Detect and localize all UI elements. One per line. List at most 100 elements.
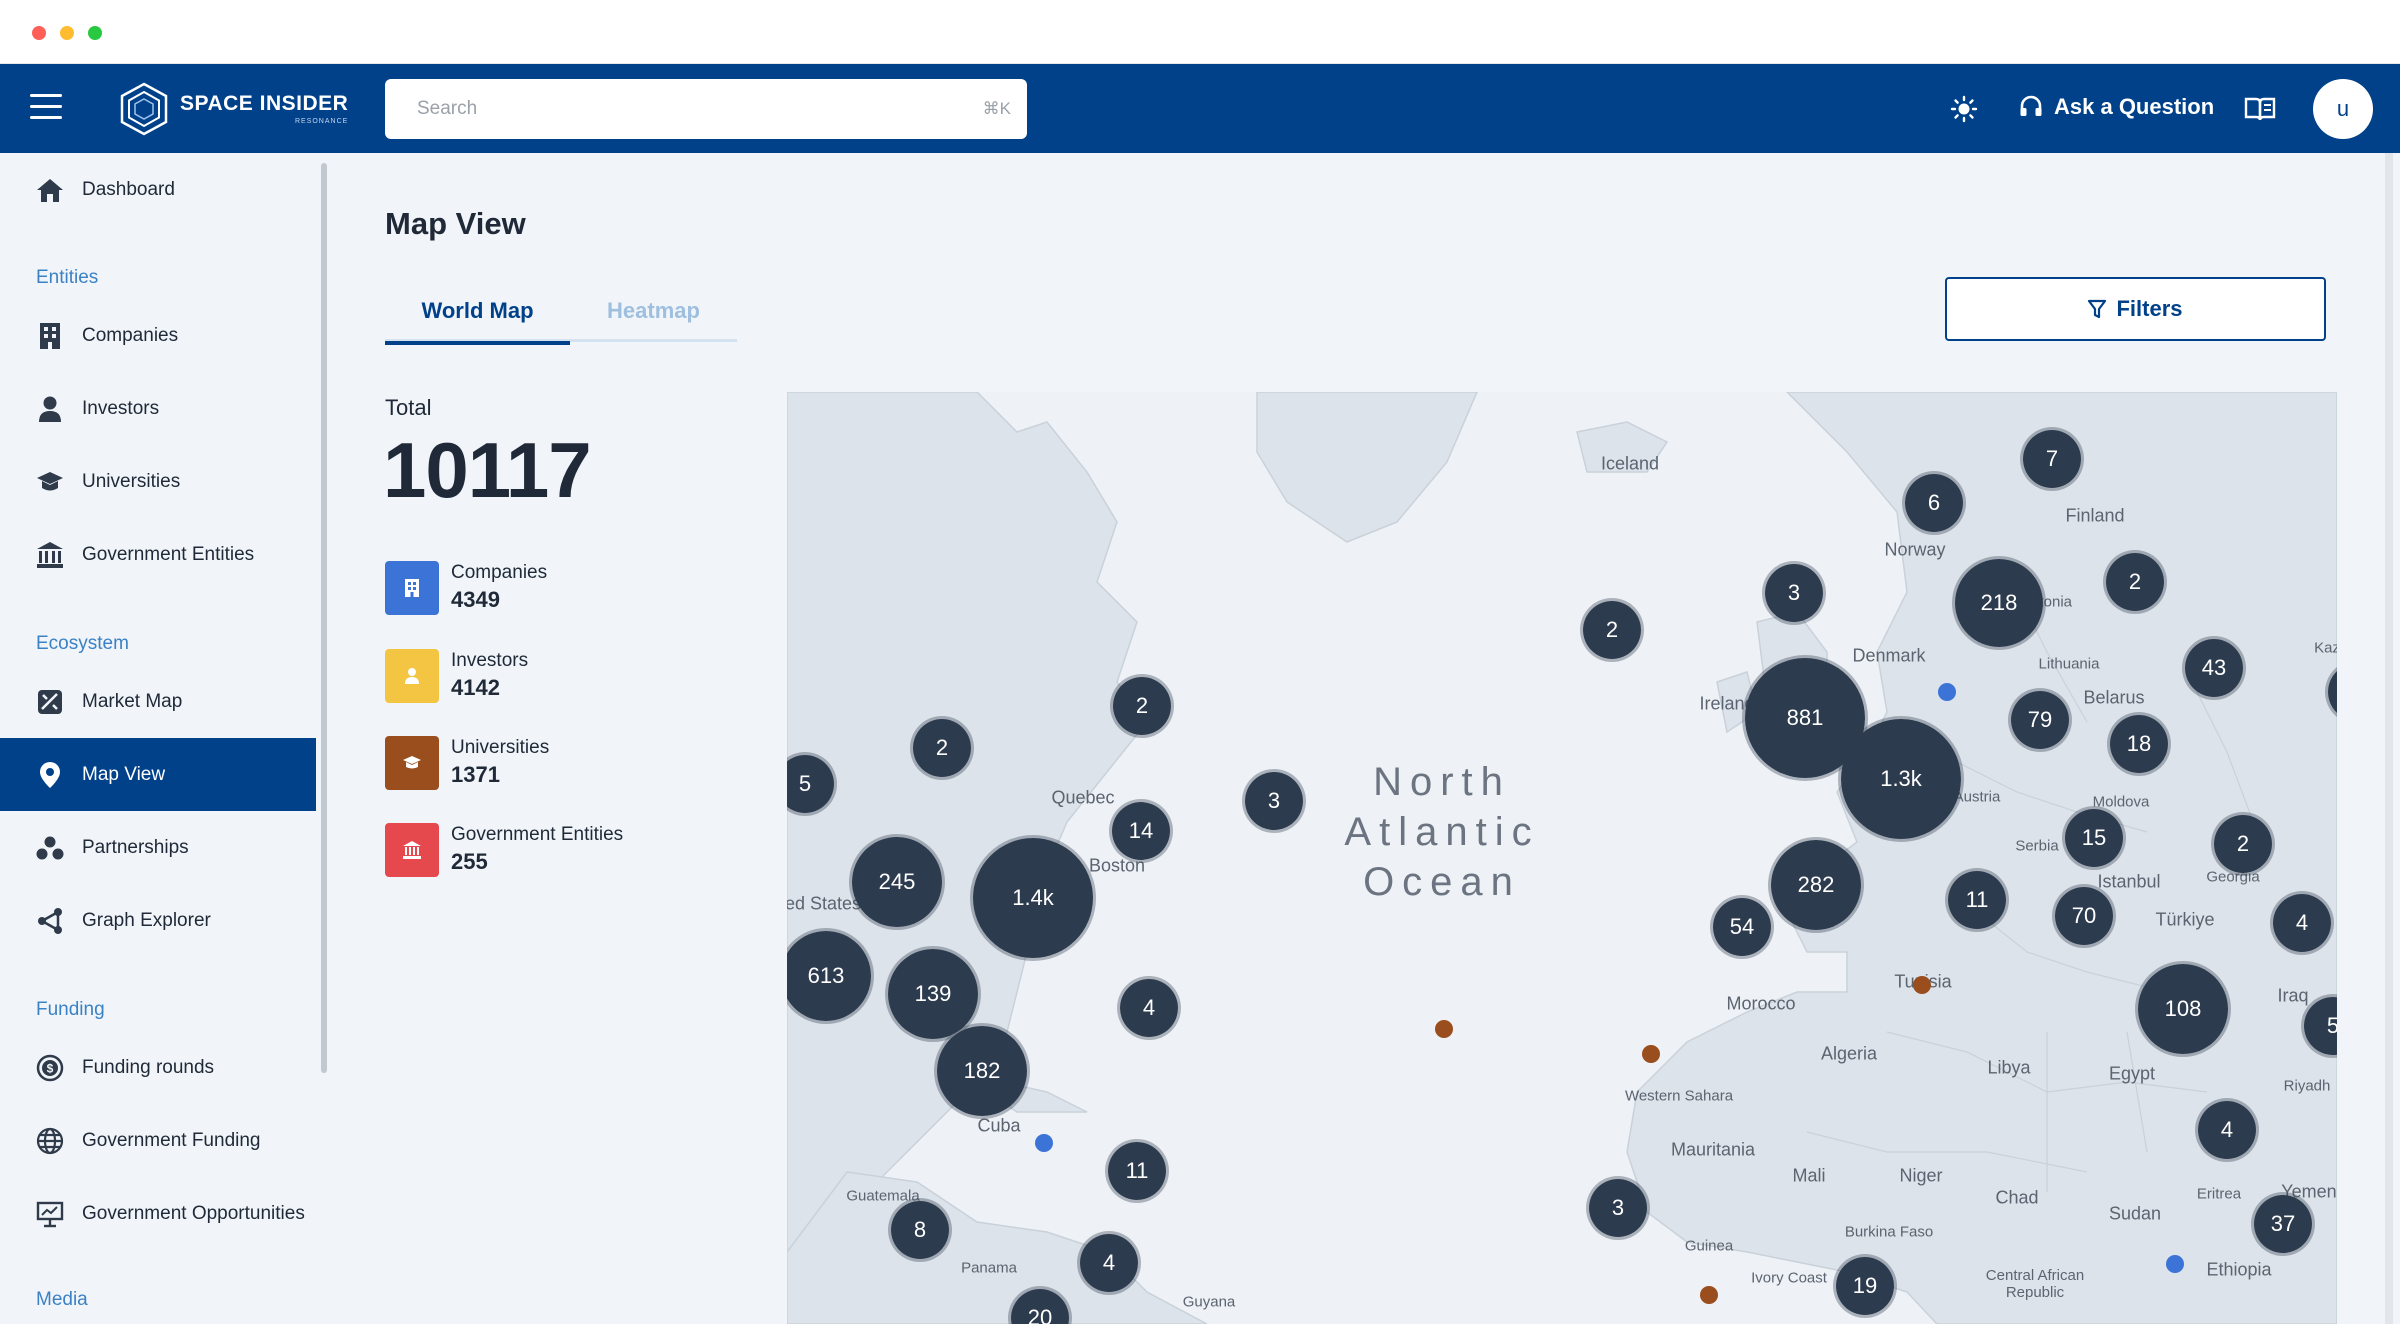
- map-cluster[interactable]: 79: [2008, 688, 2072, 752]
- headset-icon: [2020, 95, 2042, 116]
- sidebar-item-government-opportunities[interactable]: Government Opportunities: [0, 1177, 316, 1250]
- map-cluster[interactable]: 3: [1242, 769, 1306, 833]
- map-cluster[interactable]: 43: [2182, 636, 2246, 700]
- stat-universities: Universities 1371: [385, 735, 549, 791]
- place-label: Kaz: [2314, 639, 2337, 657]
- top-header: SPACE INSIDER RESONANCE ⌘K Ask a Quest: [0, 64, 2400, 153]
- filters-label: Filters: [2116, 296, 2183, 321]
- stat-government-entities: Government Entities 255: [385, 822, 623, 878]
- sun-icon[interactable]: [1950, 95, 1978, 123]
- sidebar-item-government-entities[interactable]: Government Entities: [0, 518, 316, 591]
- place-label: Norway: [1884, 539, 1946, 560]
- map-cluster[interactable]: 70: [2052, 884, 2116, 948]
- sidebar-item-companies[interactable]: Companies: [0, 299, 316, 372]
- map-cluster[interactable]: 2: [2103, 550, 2167, 614]
- close-window-button[interactable]: [32, 26, 46, 40]
- map-cluster[interactable]: 15: [2062, 806, 2126, 870]
- tab-heatmap[interactable]: Heatmap: [570, 280, 737, 342]
- sidebar-item-dashboard[interactable]: Dashboard: [0, 153, 316, 226]
- ocean-label: North Atlantic Ocean: [1344, 757, 1539, 907]
- government-building-icon: [36, 541, 64, 569]
- map-cluster[interactable]: 4: [2270, 891, 2334, 955]
- place-label: Ivory Coast: [1751, 1269, 1827, 1287]
- filters-button[interactable]: Filters: [1945, 277, 2326, 341]
- map-cluster[interactable]: 14: [1109, 799, 1173, 863]
- sidebar-item-universities[interactable]: Universities: [0, 445, 316, 518]
- maximize-window-button[interactable]: [88, 26, 102, 40]
- map-cluster[interactable]: 108: [2135, 961, 2231, 1057]
- hexagon-logo-icon: [120, 82, 168, 136]
- map-cluster[interactable]: 2: [910, 716, 974, 780]
- map-cluster[interactable]: 8: [888, 1198, 952, 1262]
- map-cluster[interactable]: 18: [2107, 712, 2171, 776]
- map-cluster[interactable]: 11: [1105, 1139, 1169, 1203]
- sidebar-scrollbar[interactable]: [321, 163, 327, 1073]
- minimize-window-button[interactable]: [60, 26, 74, 40]
- sidebar-item-market-map[interactable]: Market Map: [0, 665, 316, 738]
- graduation-cap-icon: [385, 736, 439, 790]
- map-cluster[interactable]: 19: [1833, 1254, 1897, 1318]
- map-cluster[interactable]: 282: [1768, 837, 1864, 933]
- search-input[interactable]: [385, 79, 1027, 139]
- section-funding: Funding: [36, 999, 105, 1020]
- map-cluster[interactable]: 218: [1952, 556, 2046, 650]
- map-cluster[interactable]: 6: [1902, 471, 1966, 535]
- map-cluster[interactable]: 2: [2211, 812, 2275, 876]
- sidebar-item-label: Universities: [82, 470, 181, 492]
- svg-text:$: $: [47, 1061, 54, 1075]
- map-marker-company[interactable]: [1035, 1134, 1053, 1152]
- map-cluster[interactable]: 7: [2020, 427, 2084, 491]
- map-cluster[interactable]: 4: [2195, 1098, 2259, 1162]
- sidebar-item-partnerships[interactable]: Partnerships: [0, 811, 316, 884]
- presentation-board-icon: [36, 1200, 64, 1228]
- place-label: Ethiopia: [2206, 1259, 2272, 1280]
- ask-question-button[interactable]: Ask a Question: [2018, 94, 2214, 120]
- map-cluster[interactable]: 182: [934, 1023, 1030, 1119]
- place-label: Guinea: [1684, 1237, 1734, 1255]
- sidebar-item-government-funding[interactable]: Government Funding: [0, 1104, 316, 1177]
- stat-value: 255: [451, 849, 488, 875]
- place-label: Niger: [1899, 1165, 1943, 1186]
- map-cluster[interactable]: 245: [849, 834, 945, 930]
- search-box[interactable]: ⌘K: [385, 79, 1027, 139]
- map-cluster[interactable]: 1.3k: [1838, 716, 1964, 842]
- map-chart-icon: [36, 688, 64, 716]
- brand-subtitle: RESONANCE: [294, 118, 349, 125]
- map-marker-university[interactable]: [1913, 976, 1931, 994]
- map-marker-company[interactable]: [2166, 1255, 2184, 1273]
- map-cluster[interactable]: 54: [1710, 895, 1774, 959]
- sidebar-item-graph-explorer[interactable]: Graph Explorer: [0, 884, 316, 957]
- map-cluster[interactable]: 4: [1077, 1231, 1141, 1295]
- sidebar-item-label: Funding rounds: [82, 1056, 215, 1078]
- map-marker-company[interactable]: [1938, 683, 1956, 701]
- sidebar: Dashboard Entities Companies Investors U…: [0, 153, 327, 1324]
- map-cluster[interactable]: 2: [1580, 598, 1644, 662]
- user-avatar[interactable]: u: [2313, 79, 2373, 139]
- map-cluster[interactable]: 37: [2251, 1192, 2315, 1256]
- map-cluster[interactable]: 3: [1586, 1176, 1650, 1240]
- map-cluster[interactable]: 1.4k: [970, 835, 1096, 961]
- map-cluster[interactable]: 4: [1117, 976, 1181, 1040]
- location-pin-icon: [36, 761, 64, 789]
- place-label: Morocco: [1726, 993, 1796, 1014]
- book-icon[interactable]: [2244, 95, 2276, 123]
- place-label: United States: [787, 893, 862, 914]
- filter-funnel-icon: [2088, 299, 2107, 319]
- brand-logo[interactable]: SPACE INSIDER RESONANCE: [118, 80, 348, 138]
- map-cluster[interactable]: 11: [1945, 868, 2009, 932]
- window-scrollbar[interactable]: [2385, 153, 2393, 1324]
- place-label: Egypt: [2108, 1063, 2156, 1084]
- map-cluster[interactable]: 3: [1762, 561, 1826, 625]
- menu-icon[interactable]: [30, 94, 66, 124]
- place-label: Belarus: [2083, 687, 2145, 708]
- map-cluster[interactable]: 2: [1110, 674, 1174, 738]
- place-label: Iraq: [2277, 985, 2309, 1006]
- sidebar-item-funding-rounds[interactable]: $ Funding rounds: [0, 1031, 316, 1104]
- world-map[interactable]: North Atlantic Ocean Iceland Finland Nor…: [787, 392, 2337, 1324]
- map-marker-university[interactable]: [1642, 1045, 1660, 1063]
- sidebar-item-investors[interactable]: Investors: [0, 372, 316, 445]
- sidebar-item-map-view[interactable]: Map View: [0, 738, 316, 811]
- map-marker-university[interactable]: [1700, 1286, 1718, 1304]
- tab-world-map[interactable]: World Map: [385, 280, 570, 345]
- map-marker-university[interactable]: [1435, 1020, 1453, 1038]
